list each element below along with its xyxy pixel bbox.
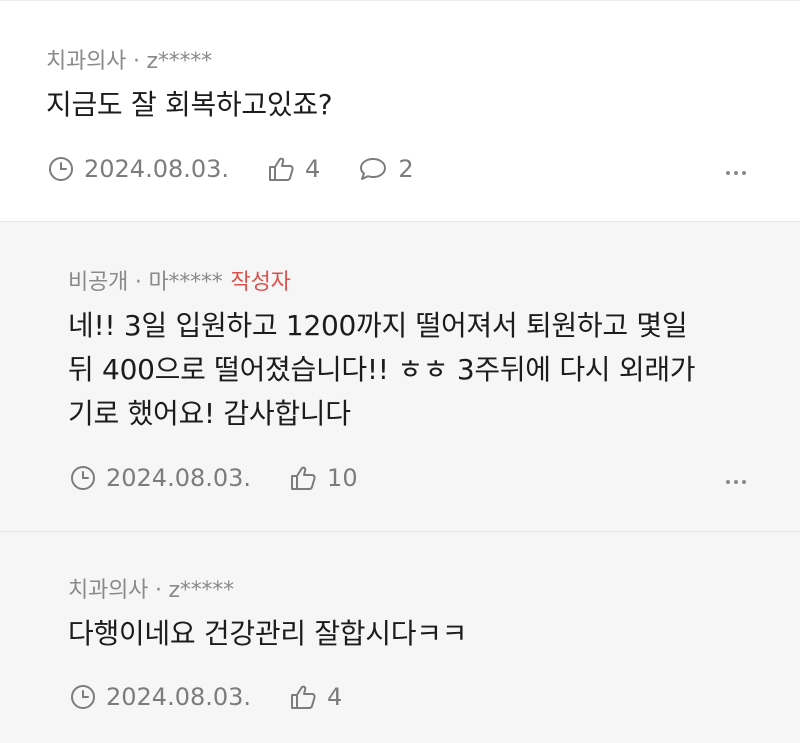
comment-meta: 치과의사 · z***** bbox=[68, 572, 234, 604]
comment-body: 지금도 잘 회복하고있죠? bbox=[46, 83, 333, 127]
reply-count: 2 bbox=[398, 155, 414, 183]
comment-date: 2024.08.03. bbox=[70, 464, 251, 492]
date-text: 2024.08.03. bbox=[106, 683, 252, 711]
thumbs-up-icon bbox=[291, 685, 316, 709]
like-count: 10 bbox=[327, 464, 358, 492]
date-text: 2024.08.03. bbox=[106, 464, 252, 492]
comment-line: 다행이네요 건강관리 잘합시다ㅋㅋ bbox=[68, 617, 468, 650]
reply-comment: 비공개 · 마***** 작성자 네!! 3일 입원하고 1200까지 떨어져서 … bbox=[0, 221, 800, 532]
reply-button[interactable]: 2 bbox=[358, 155, 414, 183]
clock-icon bbox=[49, 157, 73, 181]
like-button[interactable]: 4 bbox=[289, 683, 342, 711]
more-options-button[interactable] bbox=[726, 480, 746, 484]
more-dots-icon bbox=[726, 480, 730, 484]
thumbs-up-icon bbox=[291, 466, 316, 490]
comment-body: 네!! 3일 입원하고 1200까지 떨어져서 퇴원하고 몇일 뒤 400으로 … bbox=[68, 304, 696, 436]
comment-author[interactable]: 치과의사 · z***** bbox=[46, 49, 212, 74]
comment-footer: 2024.08.03. 4 bbox=[70, 680, 380, 714]
like-count: 4 bbox=[327, 683, 343, 711]
comment-footer: 2024.08.03. 10 bbox=[70, 461, 396, 495]
date-text: 2024.08.03. bbox=[84, 155, 230, 183]
like-count: 4 bbox=[305, 155, 321, 183]
more-options-button[interactable] bbox=[726, 171, 746, 175]
more-dots-icon bbox=[726, 171, 730, 175]
author-badge: 작성자 bbox=[230, 270, 291, 295]
comment-meta: 비공개 · 마***** 작성자 bbox=[68, 264, 291, 296]
like-button[interactable]: 10 bbox=[289, 464, 358, 492]
comment-date: 2024.08.03. bbox=[70, 683, 251, 711]
comment-line: 지금도 잘 회복하고있죠? bbox=[46, 88, 333, 121]
comment-author[interactable]: 치과의사 · z***** bbox=[68, 578, 234, 603]
reply-comment: 치과의사 · z***** 다행이네요 건강관리 잘합시다ㅋㅋ 2024.08.… bbox=[0, 532, 800, 743]
speech-bubble-icon bbox=[360, 158, 387, 180]
comment-line: 기로 했어요! 감사합니다 bbox=[68, 397, 351, 430]
comment-line: 뒤 400으로 떨어졌습니다!! ㅎㅎ 3주뒤에 다시 외래가 bbox=[68, 353, 696, 386]
comment-meta: 치과의사 · z***** bbox=[46, 43, 212, 75]
clock-icon bbox=[71, 685, 95, 709]
comment-line: 네!! 3일 입원하고 1200까지 떨어져서 퇴원하고 몇일 bbox=[68, 309, 688, 342]
thumbs-up-icon bbox=[269, 157, 294, 181]
like-button[interactable]: 4 bbox=[267, 155, 320, 183]
comment-author[interactable]: 비공개 · 마***** bbox=[68, 270, 223, 295]
comment: 치과의사 · z***** 지금도 잘 회복하고있죠? 2024.08.03. … bbox=[0, 0, 800, 221]
comment-date: 2024.08.03. bbox=[48, 155, 229, 183]
comment-footer: 2024.08.03. 4 2 bbox=[48, 152, 452, 186]
comment-body: 다행이네요 건강관리 잘합시다ㅋㅋ bbox=[68, 612, 467, 656]
comment-thread: 치과의사 · z***** 지금도 잘 회복하고있죠? 2024.08.03. … bbox=[0, 0, 800, 743]
clock-icon bbox=[71, 466, 95, 490]
